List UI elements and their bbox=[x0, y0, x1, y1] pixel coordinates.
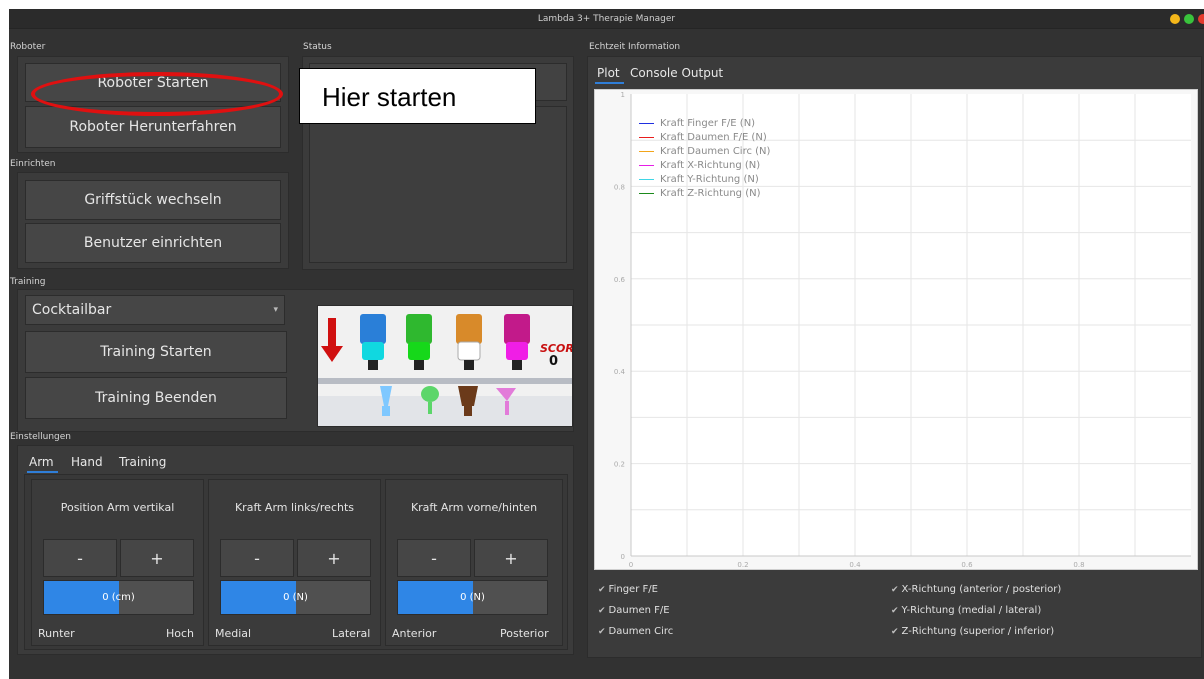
arm-vertical-minus-button[interactable]: - bbox=[43, 539, 117, 577]
status-field-main bbox=[309, 106, 567, 263]
training-start-button[interactable]: Training Starten bbox=[25, 331, 287, 373]
minimize-icon[interactable] bbox=[1170, 14, 1180, 24]
game-preview-image: SCORE 0 bbox=[317, 305, 573, 427]
legend-swatch bbox=[639, 178, 654, 180]
game-score-value: 0 bbox=[549, 354, 559, 369]
setup-user-button[interactable]: Benutzer einrichten bbox=[25, 223, 281, 263]
plot-series-checkbox[interactable]: ✔ Finger F/E bbox=[598, 584, 658, 595]
arm-lateral-right-label: Lateral bbox=[332, 627, 371, 640]
checkmark-icon: ✔ bbox=[891, 585, 899, 595]
plot-legend: Kraft Finger F/E (N) Kraft Daumen F/E (N)… bbox=[639, 118, 770, 202]
arm-anterior-value: 0 (N) bbox=[460, 592, 485, 603]
legend-label: Kraft Z-Richtung (N) bbox=[660, 188, 761, 199]
legend-swatch bbox=[639, 164, 654, 166]
legend-entry: Kraft Daumen F/E (N) bbox=[639, 132, 770, 143]
y-tick-label: 0.4 bbox=[614, 368, 626, 376]
checkbox-label: X-Richtung (anterior / posterior) bbox=[901, 584, 1062, 595]
y-tick-label: 0.6 bbox=[614, 276, 626, 284]
y-tick-label: 0.8 bbox=[614, 183, 625, 191]
arm-vertical-value: 0 (cm) bbox=[102, 592, 135, 603]
maximize-icon[interactable] bbox=[1184, 14, 1194, 24]
tab-plot[interactable]: Plot bbox=[595, 66, 624, 84]
legend-label: Kraft X-Richtung (N) bbox=[660, 160, 761, 171]
legend-swatch bbox=[639, 150, 654, 152]
game-select[interactable]: Cocktailbar ▾ bbox=[25, 295, 285, 325]
legend-label: Kraft Finger F/E (N) bbox=[660, 118, 756, 129]
tab-hand[interactable]: Hand bbox=[71, 455, 103, 469]
arm-anterior-minus-button[interactable]: - bbox=[397, 539, 471, 577]
legend-swatch bbox=[639, 122, 654, 124]
arm-anterior-right-label: Posterior bbox=[500, 627, 549, 640]
checkmark-icon: ✔ bbox=[598, 627, 606, 637]
arm-lateral-value: 0 (N) bbox=[283, 592, 308, 603]
checkbox-label: Daumen Circ bbox=[608, 626, 674, 637]
x-tick-label: 0.2 bbox=[737, 561, 748, 569]
arm-anterior-progress: 0 (N) bbox=[397, 580, 548, 615]
checkmark-icon: ✔ bbox=[891, 627, 899, 637]
checkmark-icon: ✔ bbox=[598, 606, 606, 616]
x-tick-label: 0.6 bbox=[961, 561, 973, 569]
checkbox-label: Finger F/E bbox=[608, 584, 658, 595]
tab-training[interactable]: Training bbox=[119, 455, 166, 469]
checkmark-icon: ✔ bbox=[891, 606, 899, 616]
x-tick-label: 0.4 bbox=[849, 561, 861, 569]
x-tick-label: 0.8 bbox=[1073, 561, 1084, 569]
legend-label: Kraft Daumen Circ (N) bbox=[660, 146, 771, 157]
column-title-3: Kraft Arm vorne/hinten bbox=[410, 501, 538, 514]
change-grip-button[interactable]: Griffstück wechseln bbox=[25, 180, 281, 220]
legend-entry: Kraft Y-Richtung (N) bbox=[639, 174, 770, 185]
legend-entry: Kraft Z-Richtung (N) bbox=[639, 188, 770, 199]
arm-anterior-left-label: Anterior bbox=[392, 627, 437, 640]
training-stop-button[interactable]: Training Beenden bbox=[25, 377, 287, 419]
section-einrichten-label: Einrichten bbox=[10, 159, 56, 169]
column-title-2: Kraft Arm links/rechts bbox=[234, 501, 355, 514]
plot-series-checkbox[interactable]: ✔ Y-Richtung (medial / lateral) bbox=[891, 605, 1041, 616]
column-title-1: Position Arm vertikal bbox=[60, 501, 175, 514]
tab-arm[interactable]: Arm bbox=[27, 455, 58, 473]
section-status-label: Status bbox=[303, 42, 332, 52]
arm-lateral-plus-button[interactable]: + bbox=[297, 539, 371, 577]
section-einstellungen-label: Einstellungen bbox=[10, 432, 72, 442]
legend-label: Kraft Y-Richtung (N) bbox=[660, 174, 759, 185]
plot-series-checkbox[interactable]: ✔ Daumen Circ bbox=[598, 626, 673, 637]
plot-series-checkbox[interactable]: ✔ Z-Richtung (superior / inferior) bbox=[891, 626, 1054, 637]
arm-vertical-left-label: Runter bbox=[38, 627, 75, 640]
checkmark-icon: ✔ bbox=[598, 585, 606, 595]
annotation-callout: Hier starten bbox=[299, 68, 536, 124]
window-title: Lambda 3+ Therapie Manager bbox=[537, 14, 676, 24]
legend-entry: Kraft X-Richtung (N) bbox=[639, 160, 770, 171]
y-tick-label: 1 bbox=[621, 91, 625, 99]
plot-series-checkbox[interactable]: ✔ Daumen F/E bbox=[598, 605, 670, 616]
arm-vertical-right-label: Hoch bbox=[166, 627, 195, 640]
title-bar: Lambda 3+ Therapie Manager bbox=[9, 9, 1204, 29]
chevron-down-icon: ▾ bbox=[273, 305, 278, 315]
y-tick-label: 0 bbox=[621, 553, 625, 561]
legend-entry: Kraft Daumen Circ (N) bbox=[639, 146, 770, 157]
close-icon[interactable] bbox=[1198, 14, 1204, 24]
plot-series-checkbox[interactable]: ✔ X-Richtung (anterior / posterior) bbox=[891, 584, 1061, 595]
checkbox-label: Y-Richtung (medial / lateral) bbox=[901, 605, 1042, 616]
x-tick-label: 0 bbox=[629, 561, 633, 569]
legend-swatch bbox=[639, 136, 654, 138]
legend-swatch bbox=[639, 192, 654, 194]
arm-vertical-plus-button[interactable]: + bbox=[120, 539, 194, 577]
section-echtzeit-label: Echtzeit Information bbox=[589, 42, 681, 52]
checkbox-label: Daumen F/E bbox=[608, 605, 670, 616]
legend-entry: Kraft Finger F/E (N) bbox=[639, 118, 770, 129]
game-select-value: Cocktailbar bbox=[32, 302, 112, 318]
arm-lateral-progress: 0 (N) bbox=[220, 580, 371, 615]
arm-anterior-plus-button[interactable]: + bbox=[474, 539, 548, 577]
arm-lateral-left-label: Medial bbox=[215, 627, 252, 640]
tab-console-output[interactable]: Console Output bbox=[630, 66, 723, 80]
arm-vertical-progress: 0 (cm) bbox=[43, 580, 194, 615]
realtime-plot: 0 0.2 0.4 0.6 0.8 1 0 0.2 0.4 0.6 0.8 Kraft Finger… bbox=[594, 89, 1198, 570]
arm-lateral-minus-button[interactable]: - bbox=[220, 539, 294, 577]
app-window: Lambda 3+ Therapie Manager Roboter Statu… bbox=[9, 9, 1204, 679]
y-tick-label: 0.2 bbox=[614, 461, 625, 469]
annotation-highlight-ring bbox=[31, 72, 283, 116]
checkbox-label: Z-Richtung (superior / inferior) bbox=[901, 626, 1055, 637]
legend-label: Kraft Daumen F/E (N) bbox=[660, 132, 767, 143]
section-training-label: Training bbox=[10, 277, 46, 287]
section-roboter-label: Roboter bbox=[10, 42, 46, 52]
